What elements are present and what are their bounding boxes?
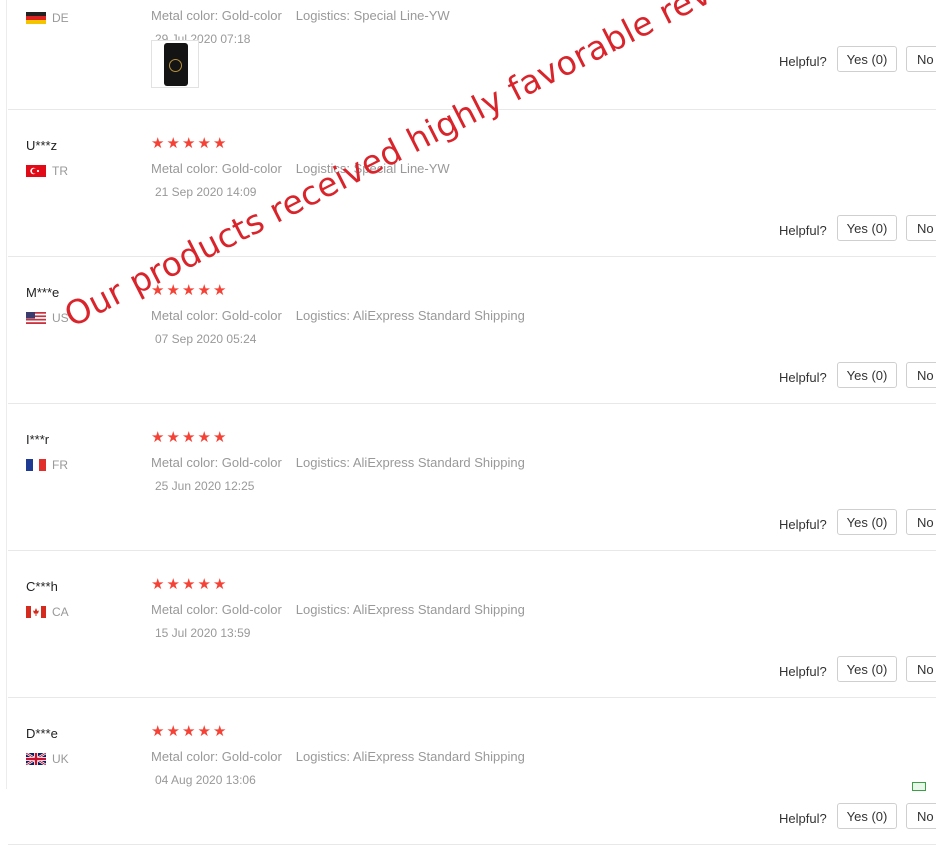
country-code: CA <box>52 605 69 619</box>
buyer-name: D***e <box>26 726 58 741</box>
star-icon: ★ <box>151 135 165 152</box>
helpful-yes-button[interactable]: Yes (0) <box>837 215 897 241</box>
metal-color-attr: Metal color: Gold-color <box>151 602 282 617</box>
star-icon: ★ <box>166 723 180 740</box>
tr-flag-icon <box>26 165 46 177</box>
buyer-name: M***e <box>26 285 60 300</box>
sku-attributes: Metal color: Gold-color Logistics: Specia… <box>151 8 450 23</box>
star-icon: ★ <box>182 282 196 299</box>
buyer-country: FR <box>26 458 68 472</box>
star-icon: ★ <box>151 429 165 446</box>
buyer-country: TR <box>26 164 68 178</box>
logistics-attr: Logistics: AliExpress Standard Shipping <box>295 308 525 323</box>
helpful-label: Helpful? <box>779 54 827 69</box>
review-date: 15 Jul 2020 13:59 <box>155 626 251 640</box>
star-icon: ★ <box>182 576 196 593</box>
logistics-attr: Logistics: Special Line-YW <box>295 8 450 23</box>
logistics-attr: Logistics: AliExpress Standard Shipping <box>295 455 525 470</box>
helpful-no-button[interactable]: No <box>906 803 936 829</box>
review-photo-thumbnail[interactable] <box>151 40 199 88</box>
fr-flag-icon <box>26 459 46 471</box>
sku-attributes: Metal color: Gold-color Logistics: AliExp… <box>151 749 525 764</box>
sku-attributes: Metal color: Gold-color Logistics: AliExp… <box>151 602 525 617</box>
helpful-yes-button[interactable]: Yes (0) <box>837 803 897 829</box>
sku-attributes: Metal color: Gold-color Logistics: AliExp… <box>151 308 525 323</box>
buyer-country: UK <box>26 752 69 766</box>
star-icon: ★ <box>197 576 211 593</box>
buyer-country: US <box>26 311 69 325</box>
star-icon: ★ <box>213 135 227 152</box>
star-icon: ★ <box>197 429 211 446</box>
helpful-no-button[interactable]: No <box>906 509 936 535</box>
star-icon: ★ <box>197 135 211 152</box>
star-icon: ★ <box>197 282 211 299</box>
country-code: DE <box>52 11 69 25</box>
metal-color-attr: Metal color: Gold-color <box>151 749 282 764</box>
star-rating: ★ ★ ★ ★ ★ <box>151 430 229 446</box>
helpful-label: Helpful? <box>779 811 827 826</box>
star-icon: ★ <box>213 723 227 740</box>
country-code: TR <box>52 164 68 178</box>
helpful-no-button[interactable]: No <box>906 656 936 682</box>
star-rating: ★ ★ ★ ★ ★ <box>151 724 229 740</box>
buyer-country: CA <box>26 605 69 619</box>
star-rating: ★ ★ ★ ★ ★ <box>151 136 229 152</box>
buyer-name: U***z <box>26 138 58 153</box>
star-icon: ★ <box>213 282 227 299</box>
star-icon: ★ <box>166 576 180 593</box>
uk-flag-icon <box>26 753 46 765</box>
helpful-label: Helpful? <box>779 223 827 238</box>
star-icon: ★ <box>197 723 211 740</box>
helpful-yes-button[interactable]: Yes (0) <box>837 656 897 682</box>
helpful-no-button[interactable]: No <box>906 46 936 72</box>
helpful-label: Helpful? <box>779 664 827 679</box>
helpful-yes-button[interactable]: Yes (0) <box>837 362 897 388</box>
country-code: UK <box>52 752 69 766</box>
buyer-country: DE <box>26 11 69 25</box>
logistics-attr: Logistics: AliExpress Standard Shipping <box>295 749 525 764</box>
review-date: 07 Sep 2020 05:24 <box>155 332 257 346</box>
metal-color-attr: Metal color: Gold-color <box>151 455 282 470</box>
metal-color-attr: Metal color: Gold-color <box>151 8 282 23</box>
star-icon: ★ <box>151 576 165 593</box>
star-icon: ★ <box>182 135 196 152</box>
star-rating: ★ ★ ★ ★ ★ <box>151 577 229 593</box>
buyer-name: I***r <box>26 432 50 447</box>
review-item: D***e UK ★ ★ ★ ★ ★ Metal color: Gold-color Lo… <box>8 698 936 845</box>
de-flag-icon <box>26 12 46 24</box>
star-icon: ★ <box>182 723 196 740</box>
helpful-no-button[interactable]: No <box>906 215 936 241</box>
star-icon: ★ <box>213 429 227 446</box>
metal-color-attr: Metal color: Gold-color <box>151 308 282 323</box>
helpful-label: Helpful? <box>779 517 827 532</box>
review-date: 25 Jun 2020 12:25 <box>155 479 255 493</box>
star-icon: ★ <box>166 135 180 152</box>
star-icon: ★ <box>182 429 196 446</box>
star-icon: ★ <box>213 576 227 593</box>
review-item: C***h CA ★ ★ ★ ★ ★ Metal color: Gold-color Lo… <box>8 551 936 698</box>
review-item: I***r FR ★ ★ ★ ★ ★ Metal color: Gold-color Lo… <box>8 404 936 551</box>
us-flag-icon <box>26 312 46 324</box>
star-icon: ★ <box>151 723 165 740</box>
helpful-yes-button[interactable]: Yes (0) <box>837 46 897 72</box>
sku-attributes: Metal color: Gold-color Logistics: AliExp… <box>151 455 525 470</box>
buyer-name: C***h <box>26 579 58 594</box>
logistics-attr: Logistics: AliExpress Standard Shipping <box>295 602 525 617</box>
helpful-yes-button[interactable]: Yes (0) <box>837 509 897 535</box>
star-icon: ★ <box>166 429 180 446</box>
review-date: 04 Aug 2020 13:06 <box>155 773 256 787</box>
country-code: FR <box>52 458 68 472</box>
ca-flag-icon <box>26 606 46 618</box>
helpful-label: Helpful? <box>779 370 827 385</box>
metal-color-attr: Metal color: Gold-color <box>151 161 282 176</box>
emblem-icon <box>169 59 182 72</box>
feedback-icon[interactable] <box>912 782 926 791</box>
review-date: 21 Sep 2020 14:09 <box>155 185 257 199</box>
helpful-no-button[interactable]: No <box>906 362 936 388</box>
